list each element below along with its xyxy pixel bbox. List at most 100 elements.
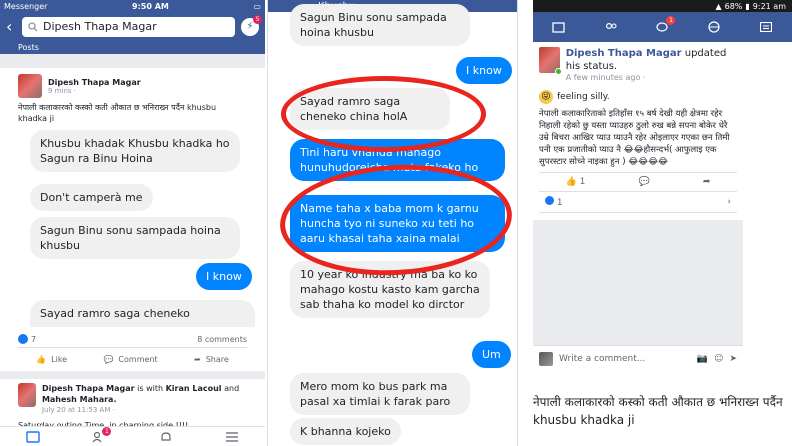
chat-text: Tini haru vhanda mahago hunuhudoreicha m… <box>300 146 479 174</box>
post-author[interactable]: Dipesh Thapa Magar <box>42 384 135 393</box>
battery-level: 68% <box>724 1 743 11</box>
chat-text: Sagun Binu sonu sampada hoina khusbu <box>40 224 221 252</box>
avatar[interactable] <box>18 74 42 98</box>
post-card: Dipesh Thapa Magar is with Kiran Lacoul … <box>0 379 265 431</box>
messenger-badge: 5 <box>253 14 262 24</box>
divider <box>0 371 265 379</box>
post-author[interactable]: Dipesh Thapa Magar <box>566 48 682 59</box>
globe-icon[interactable] <box>706 20 722 34</box>
send-icon[interactable]: ➤ <box>729 354 737 364</box>
avatar[interactable] <box>539 47 562 75</box>
chat-bubble-received: 10 year ko industry ma ba ko ko mahago k… <box>290 261 490 318</box>
back-arrow-icon[interactable]: ‹ <box>6 17 16 36</box>
search-icon <box>28 21 38 31</box>
reaction-count: 1 <box>556 198 563 208</box>
feeling-line: 😜 feeling silly. <box>539 90 737 104</box>
chat-text: I know <box>466 64 502 77</box>
camera-icon[interactable]: 📷 <box>697 354 708 364</box>
facebook-status-screenshot: ▲ 68% ▮ 9:21 am 1 Dipesh Thapa Magar upd… <box>533 0 792 446</box>
post-timestamp: A few minutes ago · <box>565 73 646 82</box>
chat-bubble-received: Mero mom ko bus park ma pasal xa timlai … <box>290 373 470 415</box>
share-button[interactable]: ➦ Share <box>194 355 229 364</box>
silly-face-icon: 😜 <box>539 90 553 104</box>
with-text: is with <box>137 384 164 393</box>
chat-bubble-received: Sayad ramro saga cheneko <box>30 300 255 327</box>
comment-label: Comment <box>118 355 158 364</box>
chat-bubble-sent: I know <box>456 57 512 84</box>
share-icon: ➦ <box>193 355 201 364</box>
chat-bubble-received: K bhanna kojeko <box>290 418 401 445</box>
messages-icon[interactable]: 1 <box>654 16 676 34</box>
chat-text: Don't camperà me <box>40 191 143 204</box>
chat-text: Sayad ramro saga cheneko china holA <box>300 95 408 123</box>
tab-posts[interactable]: Posts <box>0 40 265 54</box>
chat-text: Mero mom ko bus park ma pasal xa timlai … <box>300 380 451 408</box>
tagged-friend[interactable]: Mahesh Mahara. <box>42 395 117 404</box>
chat-text: 10 year ko industry ma ba ko ko mahago k… <box>300 268 480 311</box>
reaction-summary[interactable]: 7 8 comments <box>0 331 265 347</box>
like-action-count: 1 <box>579 177 586 187</box>
notification-badge: 1 <box>666 16 676 25</box>
divider <box>0 54 265 68</box>
like-label: Like <box>51 355 68 364</box>
chat-text: Sagun Binu sonu sampada hoina khusbu <box>300 11 447 39</box>
comment-button[interactable]: 💬 Comment <box>103 355 157 364</box>
chat-text: Um <box>482 348 501 361</box>
post-card: Dipesh Thapa Magar 9 mins · नेपाली कलाका… <box>0 68 265 124</box>
post-author[interactable]: Dipesh Thapa Magar <box>48 78 141 87</box>
news-feed-icon[interactable] <box>25 430 41 444</box>
chat-text: K bhanna kojeko <box>300 425 391 438</box>
comment-count[interactable]: 8 comments <box>197 335 247 344</box>
friends-icon[interactable] <box>603 20 619 34</box>
status-time: 9:21 am <box>752 1 786 11</box>
news-feed-icon[interactable] <box>551 20 567 34</box>
chat-bubble-received: Don't camperà me <box>30 184 153 211</box>
chat-bubble-received: Sayad ramro saga cheneko china holA <box>290 88 450 130</box>
friends-icon[interactable]: 1 <box>91 426 112 444</box>
avatar[interactable] <box>18 383 36 407</box>
post-text: नेपाली कलाकारको कस्को कती औकात छ भनिराख्… <box>18 103 217 123</box>
search-box[interactable] <box>22 16 235 37</box>
comment-icon[interactable]: 💬 <box>639 177 650 187</box>
chat-bubble-sent: Name taha x baba mom k garnu huncha tyo … <box>290 195 505 252</box>
chat-bubble-received: Sagun Binu sonu sampada hoina khusbu <box>30 217 240 259</box>
post-timestamp: 9 mins · <box>48 86 76 95</box>
post-actions: 👍 1 💬 ➦ <box>539 172 737 192</box>
battery-icon: ▭ <box>253 2 261 11</box>
caption-text: नेपाली कलाकारको कस्को कती औकात छ भनिराख्… <box>533 395 783 427</box>
like-reaction-icon <box>545 196 554 205</box>
menu-icon[interactable] <box>758 20 774 34</box>
avatar <box>539 351 553 366</box>
notification-badge: 1 <box>102 426 112 436</box>
chat-bubble-sent: Um <box>472 341 511 368</box>
comment-input[interactable]: Write a comment... <box>559 354 691 364</box>
chat-bubble-sent: I know <box>196 263 252 290</box>
top-search-bar: ‹ ⚡ 5 <box>0 13 265 40</box>
post-text: नेपाली कलाकारिताको इतिहाँस १५ बर्ष देखी … <box>539 109 730 167</box>
status-time: 9:50 AM <box>132 2 169 11</box>
signal-icon: ▲ <box>715 1 722 11</box>
chat-screenshot-image: Khusbu khadak Khusbu khadka ho Sagun ra … <box>0 124 265 331</box>
status-bar: ▲ 68% ▮ 9:21 am <box>533 0 792 12</box>
chat-bubble-received: Khusbu khadak Khusbu khadka ho Sagun ra … <box>30 130 240 172</box>
chat-bubble-received: Sagun Binu sonu sampada hoina khusbu <box>290 4 470 46</box>
like-button[interactable]: 👍 Like <box>36 355 67 364</box>
empty-comments-area <box>533 220 743 345</box>
status-bar: Messenger 9:50 AM ▭ <box>0 0 265 13</box>
like-button[interactable]: 👍 1 <box>566 177 586 187</box>
messenger-icon[interactable]: ⚡ 5 <box>241 14 262 36</box>
reaction-count: 7 <box>31 334 37 344</box>
tagged-friend[interactable]: Kiran Lacoul <box>166 384 222 393</box>
share-icon[interactable]: ➦ <box>703 177 711 187</box>
online-indicator <box>554 68 562 75</box>
feeling-text: feeling silly. <box>557 92 610 102</box>
menu-icon[interactable] <box>224 430 240 444</box>
search-input[interactable] <box>43 20 213 33</box>
reaction-summary[interactable]: 1 › <box>539 192 737 213</box>
chevron-right-icon[interactable]: › <box>727 197 731 207</box>
chat-bubble-sent: Tini haru vhanda mahago hunuhudoreicha m… <box>290 139 505 181</box>
battery-icon: ▮ <box>745 1 750 11</box>
post-actions: 👍 Like 💬 Comment ➦ Share <box>18 347 247 371</box>
sticker-icon[interactable]: ☺ <box>714 354 723 364</box>
notifications-bell-icon[interactable] <box>158 430 174 444</box>
